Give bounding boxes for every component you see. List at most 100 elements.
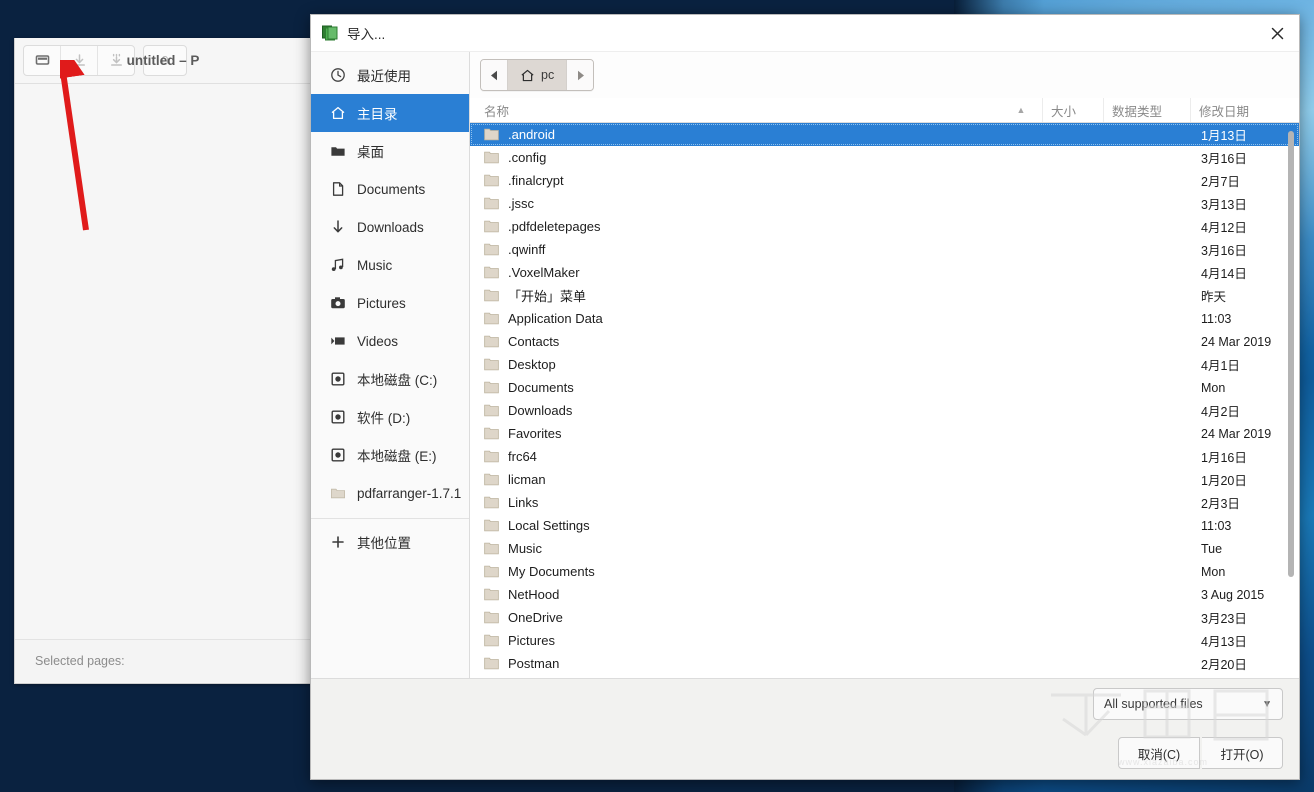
file-date-cell: 昨天: [1201, 286, 1299, 305]
pdfarranger-window[interactable]: 0 untitled – P Selected pages:: [14, 38, 312, 684]
file-name-cell: Documents: [470, 380, 1087, 395]
triangle-left-icon[interactable]: [481, 60, 508, 90]
file-date-cell: 2月3日: [1201, 493, 1299, 512]
table-row[interactable]: .qwinff3月16日: [470, 238, 1299, 261]
file-name-label: .android: [508, 127, 555, 142]
page-view-icon[interactable]: [24, 46, 61, 75]
table-row[interactable]: OneDrive3月23日: [470, 606, 1299, 629]
file-date-cell: 11:03: [1201, 519, 1299, 533]
table-row[interactable]: .VoxelMaker4月14日: [470, 261, 1299, 284]
sidebar-item-pdfarranger[interactable]: pdfarranger-1.7.1: [311, 474, 469, 512]
table-row[interactable]: NetHood3 Aug 2015: [470, 583, 1299, 606]
folder-icon: [484, 496, 499, 509]
file-name-cell: frc64: [470, 449, 1087, 464]
sort-ascending-icon[interactable]: ▲: [1000, 98, 1042, 122]
file-name-cell: .pdfdeletepages: [470, 219, 1087, 234]
sidebar-item-pictures[interactable]: Pictures: [311, 284, 469, 322]
sidebar-item-home[interactable]: 主目录: [311, 94, 469, 132]
drive-icon: [329, 371, 346, 388]
table-row[interactable]: frc64 1月16日: [470, 445, 1299, 468]
table-row[interactable]: .finalcrypt2月7日: [470, 169, 1299, 192]
breadcrumb-label: pc: [541, 68, 554, 82]
app-toolbar: 0 untitled – P: [15, 38, 311, 84]
file-type-filter-select[interactable]: All supported files ▼: [1093, 688, 1283, 720]
open-button[interactable]: 打开(O): [1202, 737, 1283, 769]
table-row[interactable]: licman1月20日: [470, 468, 1299, 491]
page-count-field[interactable]: 0: [143, 45, 187, 76]
sidebar-item-documents[interactable]: Documents: [311, 170, 469, 208]
table-row[interactable]: .jssc 3月13日: [470, 192, 1299, 215]
file-date-cell: 3月13日: [1201, 194, 1299, 213]
import-file-dialog[interactable]: 导入... 最近使用 主目录 桌: [310, 14, 1300, 780]
table-row[interactable]: MusicTue: [470, 537, 1299, 560]
table-row[interactable]: 「开始」菜单昨天: [470, 284, 1299, 307]
breadcrumb-item-pc[interactable]: pc: [508, 60, 566, 90]
column-header-name[interactable]: 名称: [470, 98, 1000, 122]
column-header-date[interactable]: 修改日期: [1190, 98, 1299, 122]
sidebar-item-label: 桌面: [357, 141, 384, 161]
app-workspace[interactable]: [15, 84, 311, 640]
file-date-cell: 1月16日: [1201, 447, 1299, 466]
table-row[interactable]: Local Settings11:03: [470, 514, 1299, 537]
table-row[interactable]: Pictures4月13日: [470, 629, 1299, 652]
file-name-label: .finalcrypt: [508, 173, 564, 188]
dialog-action-buttons: 取消(C) 打开(O): [1118, 737, 1283, 769]
import-icon[interactable]: [61, 46, 98, 75]
sidebar-item-recent[interactable]: 最近使用: [311, 56, 469, 94]
sidebar-item-desktop[interactable]: 桌面: [311, 132, 469, 170]
import-all-icon[interactable]: [98, 46, 134, 75]
places-sidebar[interactable]: 最近使用 主目录 桌面 Documents: [311, 52, 470, 678]
column-header-size[interactable]: 大小: [1042, 98, 1103, 122]
table-row[interactable]: Application Data11:03: [470, 307, 1299, 330]
table-row[interactable]: Links2月3日: [470, 491, 1299, 514]
close-icon[interactable]: [1265, 21, 1289, 45]
cancel-button[interactable]: 取消(C): [1118, 737, 1200, 769]
file-name-label: .pdfdeletepages: [508, 219, 601, 234]
table-row[interactable]: Downloads 4月2日: [470, 399, 1299, 422]
table-row[interactable]: DocumentsMon: [470, 376, 1299, 399]
sidebar-item-drive-c[interactable]: 本地磁盘 (C:): [311, 360, 469, 398]
file-list[interactable]: .android1月13日.config3月16日.finalcrypt2月7日…: [470, 123, 1299, 678]
file-name-label: Downloads: [508, 403, 572, 418]
table-row[interactable]: Favorites24 Mar 2019: [470, 422, 1299, 445]
table-row[interactable]: .config3月16日: [470, 146, 1299, 169]
file-name-label: Pictures: [508, 633, 555, 648]
sidebar-item-downloads[interactable]: Downloads: [311, 208, 469, 246]
table-row[interactable]: .pdfdeletepages4月12日: [470, 215, 1299, 238]
drive-icon: [329, 447, 346, 464]
table-row[interactable]: .android1月13日: [470, 123, 1299, 146]
table-row[interactable]: My DocumentsMon: [470, 560, 1299, 583]
home-icon: [329, 105, 346, 122]
file-date-cell: 3月16日: [1201, 240, 1299, 259]
vertical-scrollbar[interactable]: [1288, 131, 1294, 577]
file-date-cell: 4月2日: [1201, 401, 1299, 420]
triangle-right-icon[interactable]: [566, 60, 593, 90]
file-date-cell: 24 Mar 2019: [1201, 427, 1299, 441]
dialog-titlebar[interactable]: 导入...: [311, 15, 1299, 52]
sidebar-item-videos[interactable]: Videos: [311, 322, 469, 360]
file-name-cell: NetHood: [470, 587, 1087, 602]
pathbar-row: pc: [470, 52, 1299, 98]
dialog-body: 最近使用 主目录 桌面 Documents: [311, 52, 1299, 678]
folder-icon: [484, 634, 499, 647]
breadcrumb[interactable]: pc: [480, 59, 594, 91]
table-row[interactable]: Desktop4月1日: [470, 353, 1299, 376]
app-status-bar: Selected pages:: [15, 640, 311, 682]
file-name-label: .VoxelMaker: [508, 265, 580, 280]
file-name-cell: .config: [470, 150, 1087, 165]
file-name-label: .jssc: [508, 196, 534, 211]
sidebar-item-music[interactable]: Music: [311, 246, 469, 284]
sidebar-item-drive-d[interactable]: 软件 (D:): [311, 398, 469, 436]
file-date-cell: 11:03: [1201, 312, 1299, 326]
table-row[interactable]: Postman2月20日: [470, 652, 1299, 675]
table-row[interactable]: Contacts24 Mar 2019: [470, 330, 1299, 353]
sidebar-item-label: Videos: [357, 334, 398, 349]
file-name-cell: Contacts: [470, 334, 1087, 349]
file-date-cell: 3月23日: [1201, 608, 1299, 627]
sidebar-item-other-locations[interactable]: 其他位置: [311, 523, 469, 561]
sidebar-item-label: Downloads: [357, 220, 424, 235]
file-name-cell: .VoxelMaker: [470, 265, 1087, 280]
sidebar-item-label: 其他位置: [357, 532, 411, 552]
column-header-type[interactable]: 数据类型: [1103, 98, 1190, 122]
sidebar-item-drive-e[interactable]: 本地磁盘 (E:): [311, 436, 469, 474]
